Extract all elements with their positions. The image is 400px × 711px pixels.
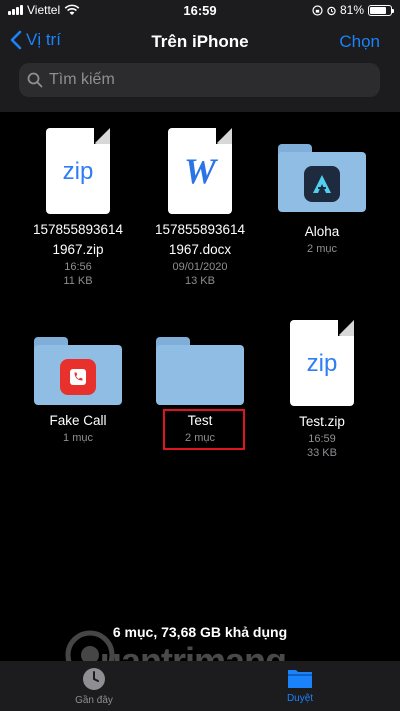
folder-count: 2 mục bbox=[307, 243, 337, 255]
battery-icon bbox=[368, 4, 394, 16]
clock-icon bbox=[83, 668, 105, 690]
search-input[interactable] bbox=[49, 71, 349, 89]
folder-name: Aloha bbox=[304, 224, 340, 239]
file-item[interactable]: zip Test.zip 16:59 33 KB bbox=[260, 320, 384, 460]
file-name: 157855893614 1967.zip bbox=[32, 222, 124, 257]
folder-icon bbox=[288, 670, 312, 688]
selection-highlight-box bbox=[163, 409, 245, 450]
folder-item[interactable]: Fake Call 1 mục bbox=[16, 337, 140, 445]
folder-item[interactable]: Aloha 2 mục bbox=[260, 144, 384, 256]
file-item[interactable]: W 157855893614 1967.docx 09/01/2020 13 K… bbox=[138, 128, 262, 288]
file-date: 16:59 bbox=[308, 433, 336, 445]
file-item[interactable]: zip 157855893614 1967.zip 16:56 11 KB bbox=[16, 128, 140, 288]
alarm-icon bbox=[327, 6, 336, 15]
status-bar: Viettel 16:59 81% bbox=[0, 0, 400, 22]
aloha-app-icon bbox=[304, 166, 340, 202]
word-document-icon: W bbox=[168, 128, 232, 214]
search-icon bbox=[27, 72, 43, 88]
navigation-bar: Vị trí Trên iPhone Chọn bbox=[0, 22, 400, 62]
battery-percent: 81% bbox=[339, 3, 364, 17]
tab-recents[interactable]: Gần đây bbox=[54, 666, 134, 706]
search-bar[interactable] bbox=[19, 63, 380, 97]
file-name: Test.zip bbox=[299, 414, 345, 429]
select-button[interactable]: Chọn bbox=[339, 32, 380, 52]
folder-name: Fake Call bbox=[49, 413, 107, 428]
folder-icon bbox=[156, 337, 244, 405]
file-size: 33 KB bbox=[307, 447, 337, 459]
phone-icon bbox=[60, 359, 96, 395]
storage-info: 6 mục, 73,68 GB khả dụng bbox=[112, 624, 288, 640]
tab-recents-label: Gần đây bbox=[75, 695, 113, 706]
tab-browse[interactable]: Duyệt bbox=[260, 666, 340, 704]
tab-browse-label: Duyệt bbox=[286, 693, 314, 704]
orientation-lock-icon bbox=[312, 4, 323, 16]
zip-file-icon: zip bbox=[290, 320, 354, 406]
file-size: 11 KB bbox=[63, 275, 93, 287]
file-date: 16:56 bbox=[64, 261, 92, 273]
aloha-folder-icon bbox=[278, 144, 366, 212]
zip-file-icon: zip bbox=[46, 128, 110, 214]
tab-bar: Gần đây Duyệt bbox=[0, 661, 400, 711]
file-size: 13 KB bbox=[185, 275, 215, 287]
file-name: 157855893614 1967.docx bbox=[154, 222, 246, 257]
file-date: 09/01/2020 bbox=[172, 261, 228, 273]
fake-call-folder-icon bbox=[34, 337, 122, 405]
folder-count: 1 mục bbox=[63, 432, 93, 444]
